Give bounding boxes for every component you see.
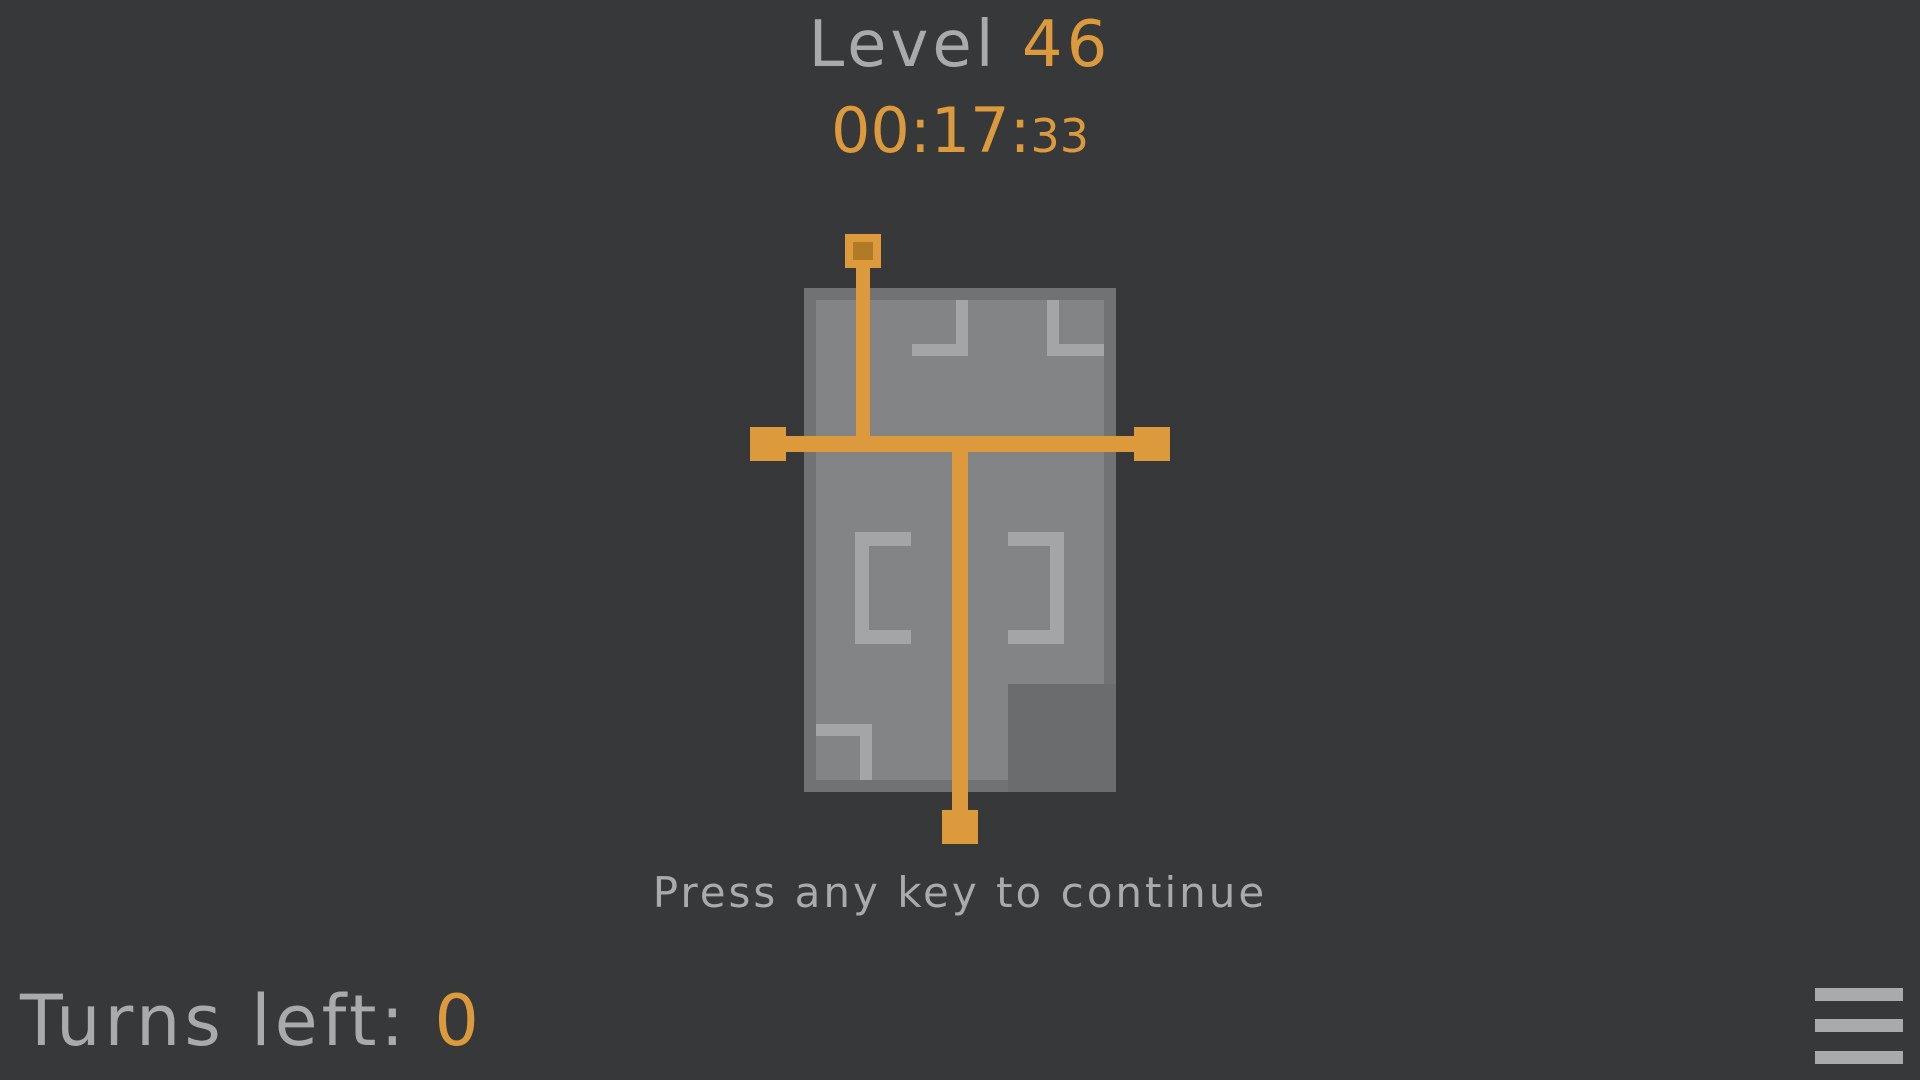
bracket-mark xyxy=(1008,532,1064,546)
path-segment-vertical-bottom xyxy=(952,446,968,816)
bracket-mark xyxy=(860,724,872,780)
menu-bar xyxy=(1815,1051,1903,1064)
turns-label: Turns left: xyxy=(20,980,409,1062)
path-endpoint-right xyxy=(1134,427,1170,461)
path-segment-vertical-top xyxy=(856,250,870,446)
hamburger-menu-icon[interactable] xyxy=(1815,988,1903,1064)
menu-bar xyxy=(1815,988,1903,1001)
bracket-mark xyxy=(855,630,911,644)
path-start-node-center xyxy=(853,242,873,260)
continue-prompt: Press any key to continue xyxy=(652,868,1268,917)
menu-bar xyxy=(1815,1019,1903,1032)
puzzle-panel-notch xyxy=(1008,684,1116,792)
puzzle-board xyxy=(750,234,1170,844)
path-endpoint-bottom xyxy=(942,810,978,844)
turns-value: 0 xyxy=(434,980,483,1062)
bracket-mark xyxy=(855,532,869,644)
bracket-mark xyxy=(1047,344,1104,356)
bracket-mark xyxy=(855,532,911,546)
bracket-mark xyxy=(1050,532,1064,644)
bracket-mark xyxy=(1008,630,1064,644)
bracket-mark xyxy=(956,300,968,356)
turns-left: Turns left: 0 xyxy=(20,980,483,1062)
path-endpoint-left xyxy=(750,427,786,461)
